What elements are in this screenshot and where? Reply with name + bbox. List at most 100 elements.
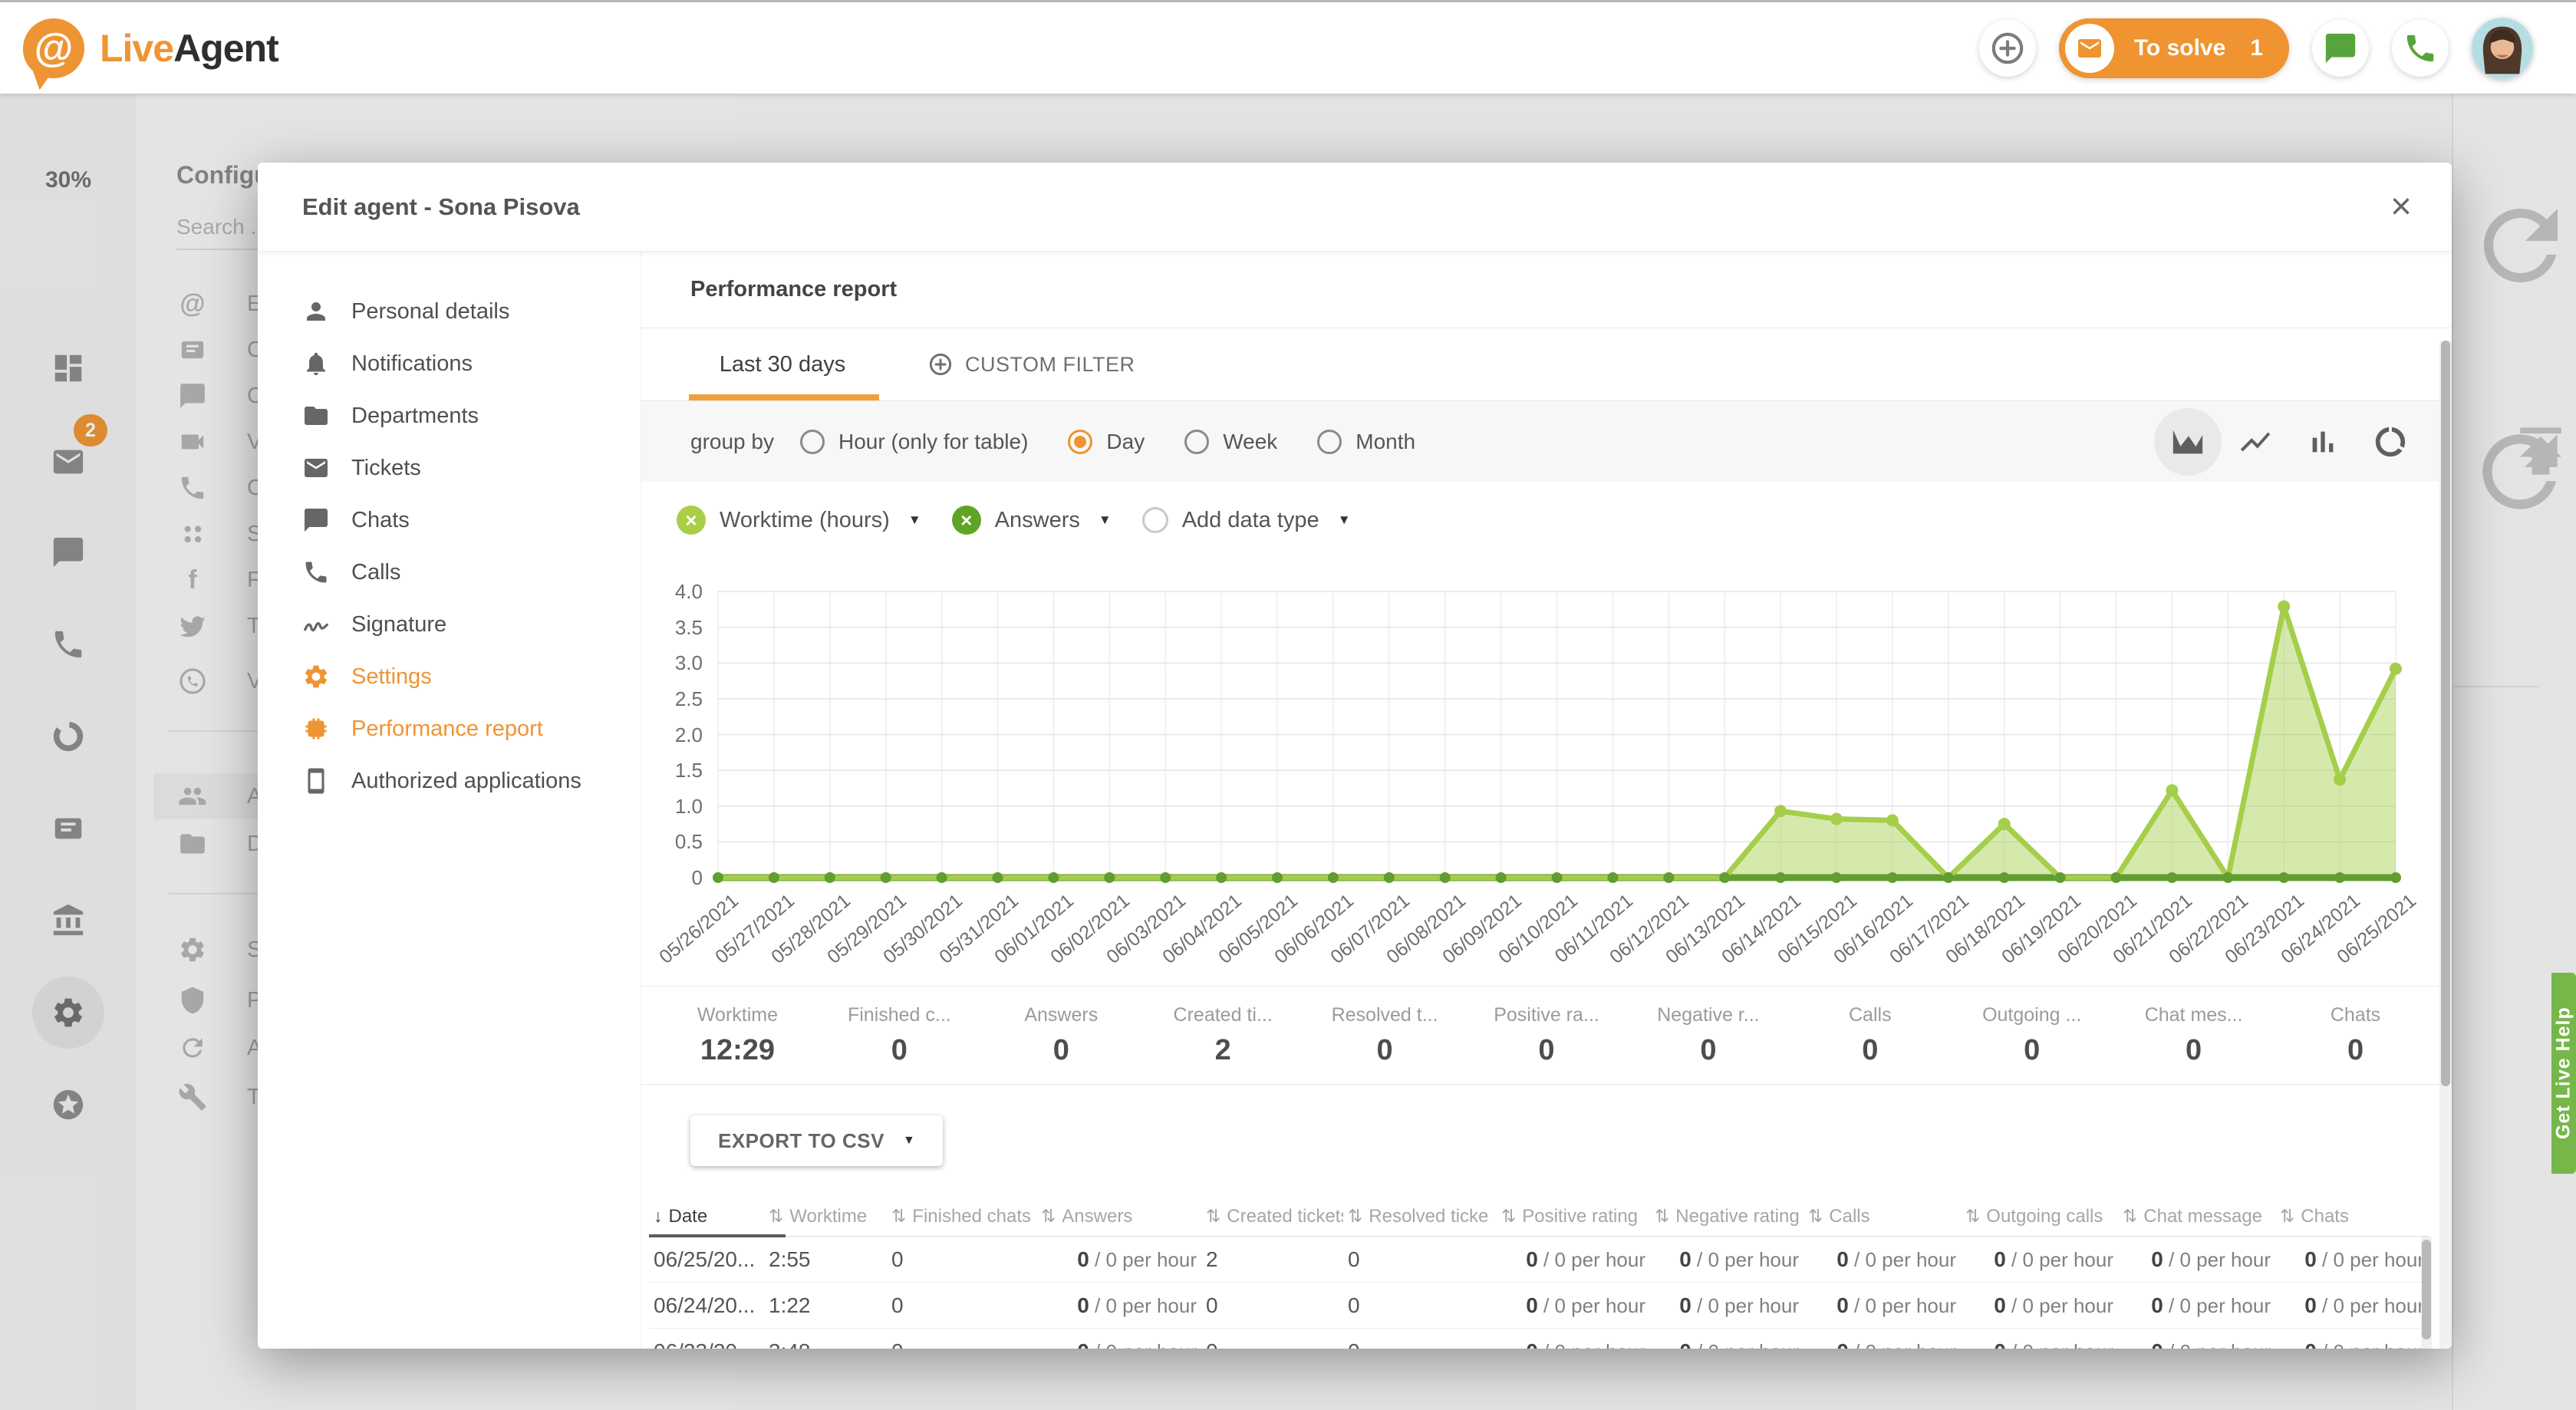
active-tab-indicator bbox=[689, 394, 879, 400]
to-solve-count: 1 bbox=[2250, 35, 2263, 61]
modal-scrollbar[interactable] bbox=[2439, 341, 2452, 1349]
tab-last-30-days[interactable]: Last 30 days bbox=[690, 352, 875, 377]
summary-label: Worktime bbox=[657, 1004, 819, 1026]
nav-authorized-applications[interactable]: Authorized applications bbox=[258, 755, 641, 807]
to-solve-button[interactable]: To solve 1 bbox=[2059, 18, 2289, 78]
chevron-down-icon[interactable]: ▼ bbox=[1338, 512, 1351, 528]
chart-plot-area[interactable] bbox=[718, 591, 2396, 878]
column-label: Resolved ticke bbox=[1369, 1206, 1488, 1227]
column-label: Chat message bbox=[2143, 1206, 2262, 1227]
chip-answers[interactable]: × Answers ▼ bbox=[952, 506, 1112, 535]
table-cell: 0 / 0 per hour bbox=[1497, 1247, 1650, 1272]
column-header-positive-rating[interactable]: ⇅Positive rating bbox=[1497, 1206, 1650, 1227]
column-header-chats[interactable]: ⇅Chats bbox=[2275, 1206, 2429, 1227]
table-cell: 0 / 0 per hour bbox=[1961, 1339, 2118, 1349]
export-to-csv-button[interactable]: EXPORT TO CSV ▼ bbox=[690, 1115, 943, 1166]
chip-label: Answers bbox=[995, 508, 1080, 533]
chevron-down-icon[interactable]: ▼ bbox=[908, 512, 921, 528]
table-row[interactable]: 06/25/20...2:5500 / 0 per hour200 / 0 pe… bbox=[649, 1237, 2429, 1283]
radio-day[interactable]: Day bbox=[1068, 430, 1145, 454]
table-cell: 0 / 0 per hour bbox=[1497, 1293, 1650, 1318]
user-avatar[interactable] bbox=[2472, 18, 2533, 79]
summary-item: Worktime12:29 bbox=[657, 1004, 819, 1067]
nav-settings[interactable]: Settings bbox=[258, 651, 641, 703]
column-header-calls[interactable]: ⇅Calls bbox=[1804, 1206, 1961, 1227]
sort-icon: ⇅ bbox=[1965, 1206, 1980, 1227]
area-chart-button[interactable] bbox=[2154, 408, 2222, 476]
table-header-row: ↓Date⇅Worktime⇅Finished chats⇅Answers⇅Cr… bbox=[649, 1197, 2429, 1237]
table-scrollbar[interactable] bbox=[2421, 1237, 2432, 1349]
column-header-created-tickets[interactable]: ⇅Created tickets bbox=[1201, 1206, 1343, 1227]
liveagent-logo[interactable]: @ LiveAgent bbox=[23, 18, 278, 78]
phone-icon bbox=[302, 558, 330, 586]
table-cell: 1:22 bbox=[764, 1293, 887, 1318]
calls-button[interactable] bbox=[2392, 20, 2449, 77]
remove-icon[interactable]: × bbox=[677, 506, 706, 535]
table-cell: 0 / 0 per hour bbox=[2118, 1339, 2275, 1349]
summary-row: Worktime12:29Finished c...0Answers0Creat… bbox=[641, 986, 2452, 1085]
remove-icon[interactable]: × bbox=[952, 506, 981, 535]
donut-chart-button[interactable] bbox=[2357, 408, 2424, 476]
summary-value: 0 bbox=[2113, 1034, 2275, 1067]
nav-tickets[interactable]: Tickets bbox=[258, 442, 641, 494]
modal-content: Performance report Last 30 days CUSTOM F… bbox=[641, 252, 2452, 1349]
chevron-down-icon[interactable]: ▼ bbox=[1099, 512, 1112, 528]
sort-icon: ⇅ bbox=[891, 1206, 906, 1227]
table-cell: 0 / 0 per hour bbox=[2118, 1293, 2275, 1318]
scrollbar-thumb[interactable] bbox=[2422, 1240, 2431, 1339]
column-header-answers[interactable]: ⇅Answers bbox=[1036, 1206, 1201, 1227]
sort-icon: ⇅ bbox=[2280, 1206, 2294, 1227]
tab-custom-filter[interactable]: CUSTOM FILTER bbox=[928, 352, 1135, 377]
chip-worktime[interactable]: × Worktime (hours) ▼ bbox=[677, 506, 921, 535]
column-label: Date bbox=[669, 1206, 708, 1227]
line-chart-button[interactable] bbox=[2222, 408, 2289, 476]
nav-label: Personal details bbox=[351, 299, 509, 324]
table-row[interactable]: 06/23/20...3:4800 / 0 per hour000 / 0 pe… bbox=[649, 1329, 2429, 1349]
column-header-outgoing-calls[interactable]: ⇅Outgoing calls bbox=[1961, 1206, 2118, 1227]
table-cell: 2 bbox=[1201, 1247, 1343, 1272]
radio-label: Month bbox=[1356, 430, 1415, 454]
nav-label: Settings bbox=[351, 664, 432, 690]
nav-performance-report[interactable]: Performance report bbox=[258, 703, 641, 755]
to-solve-label: To solve bbox=[2134, 35, 2225, 61]
column-header-date[interactable]: ↓Date bbox=[649, 1206, 764, 1227]
folder-icon bbox=[302, 402, 330, 430]
nav-personal-details[interactable]: Personal details bbox=[258, 285, 641, 338]
y-axis-tick: 1.0 bbox=[641, 795, 703, 819]
nav-chats[interactable]: Chats bbox=[258, 494, 641, 546]
summary-item: Chats0 bbox=[2275, 1004, 2436, 1067]
performance-chart[interactable]: 4.03.53.02.52.01.51.00.5005/26/202105/27… bbox=[641, 558, 2452, 986]
column-header-chat-message[interactable]: ⇅Chat message bbox=[2118, 1206, 2275, 1227]
column-header-negative-rating[interactable]: ⇅Negative rating bbox=[1650, 1206, 1804, 1227]
summary-item: Chat mes...0 bbox=[2113, 1004, 2275, 1067]
logo-at-glyph: @ bbox=[35, 25, 74, 71]
group-by-bar: group by Hour (only for table) Day Week … bbox=[641, 401, 2452, 482]
table-cell: 2:55 bbox=[764, 1247, 887, 1272]
table-cell: 0 / 0 per hour bbox=[1036, 1247, 1201, 1272]
mobile-icon bbox=[302, 767, 330, 795]
nav-departments[interactable]: Departments bbox=[258, 390, 641, 442]
add-data-type[interactable]: Add data type ▼ bbox=[1142, 507, 1351, 533]
signature-icon bbox=[302, 611, 330, 638]
radio-hour[interactable]: Hour (only for table) bbox=[800, 430, 1028, 454]
column-header-worktime[interactable]: ⇅Worktime bbox=[764, 1206, 887, 1227]
summary-value: 2 bbox=[1142, 1034, 1304, 1067]
column-header-finished-chats[interactable]: ⇅Finished chats bbox=[887, 1206, 1036, 1227]
logo-bubble-icon: @ bbox=[23, 18, 84, 78]
radio-month[interactable]: Month bbox=[1317, 430, 1415, 454]
bar-chart-button[interactable] bbox=[2289, 408, 2357, 476]
column-header-resolved-ticke[interactable]: ⇅Resolved ticke bbox=[1343, 1206, 1497, 1227]
nav-calls[interactable]: Calls bbox=[258, 546, 641, 598]
summary-label: Resolved t... bbox=[1304, 1004, 1466, 1026]
table-row[interactable]: 06/24/20...1:2200 / 0 per hour000 / 0 pe… bbox=[649, 1283, 2429, 1329]
get-live-help-tab[interactable]: Get Live Help bbox=[2551, 973, 2576, 1174]
add-button[interactable] bbox=[1979, 20, 2036, 77]
scrollbar-thumb[interactable] bbox=[2441, 341, 2450, 1086]
radio-week[interactable]: Week bbox=[1184, 430, 1277, 454]
nav-notifications[interactable]: Notifications bbox=[258, 338, 641, 390]
nav-label: Departments bbox=[351, 404, 479, 429]
chats-button[interactable] bbox=[2312, 20, 2369, 77]
export-row: EXPORT TO CSV ▼ bbox=[641, 1085, 2452, 1197]
close-icon[interactable]: × bbox=[2390, 189, 2412, 226]
nav-signature[interactable]: Signature bbox=[258, 598, 641, 651]
